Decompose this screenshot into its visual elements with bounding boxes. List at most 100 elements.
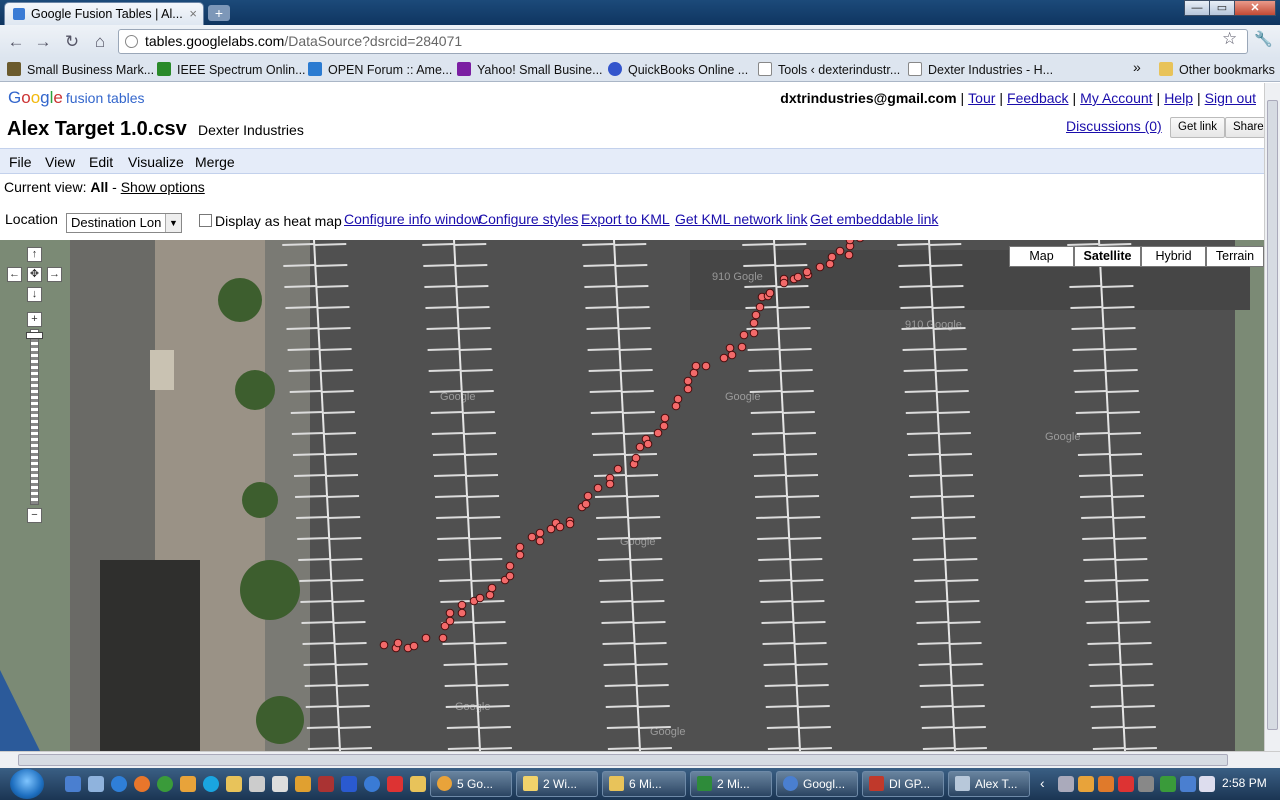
zoom-slider-handle[interactable] <box>26 332 43 339</box>
gps-point-marker[interactable] <box>725 343 735 353</box>
maximize-button[interactable]: ▭ <box>1209 0 1235 16</box>
reload-icon[interactable]: ↻ <box>61 31 83 53</box>
horizontal-scrollbar[interactable] <box>0 751 1280 768</box>
bookmark-item[interactable]: Tools ‹ dexterindustr... <box>758 62 900 77</box>
help-link[interactable]: Help <box>1164 90 1193 106</box>
gps-point-marker[interactable] <box>835 246 845 256</box>
gps-point-marker[interactable] <box>583 491 593 501</box>
discussions-link[interactable]: Discussions (0) <box>1066 118 1162 134</box>
gps-point-marker[interactable] <box>793 272 803 282</box>
taskbar-item[interactable]: Googl... <box>776 771 858 797</box>
explorer-icon[interactable] <box>88 776 104 792</box>
gps-point-marker[interactable] <box>727 350 737 360</box>
my-account-link[interactable]: My Account <box>1080 90 1152 106</box>
gps-point-marker[interactable] <box>535 536 545 546</box>
bookmark-star-icon[interactable]: ☆ <box>1222 29 1237 49</box>
gps-point-marker[interactable] <box>719 353 729 363</box>
tab-close-icon[interactable]: × <box>189 6 197 21</box>
gps-point-marker[interactable] <box>445 608 455 618</box>
gps-point-marker[interactable] <box>653 428 663 438</box>
gps-point-marker[interactable] <box>409 641 419 651</box>
kml-network-link[interactable]: Get KML network link <box>675 211 808 227</box>
network-icon[interactable] <box>1160 776 1176 792</box>
gps-point-marker[interactable] <box>673 394 683 404</box>
gps-point-marker[interactable] <box>487 583 497 593</box>
gps-point-marker[interactable] <box>581 499 591 509</box>
gps-point-marker[interactable] <box>605 479 615 489</box>
chrome-icon[interactable] <box>157 776 173 792</box>
notes-icon[interactable] <box>295 776 311 792</box>
map-type-hybrid-button[interactable]: Hybrid <box>1141 246 1206 267</box>
other-bookmarks-folder[interactable]: Other bookmarks <box>1159 62 1275 77</box>
skype-icon[interactable] <box>203 776 219 792</box>
gps-point-marker[interactable] <box>379 640 389 650</box>
gps-point-marker[interactable] <box>505 561 515 571</box>
taskbar-item[interactable]: 5 Go... <box>430 771 512 797</box>
pan-right-icon[interactable]: → <box>47 267 62 282</box>
outlook-icon[interactable] <box>180 776 196 792</box>
address-bar[interactable]: tables.googlelabs.com/DataSource?dsrcid=… <box>118 29 1248 54</box>
gps-point-marker[interactable] <box>737 342 747 352</box>
gps-point-marker[interactable] <box>671 401 681 411</box>
gps-point-marker[interactable] <box>659 421 669 431</box>
tray-icon[interactable] <box>1058 776 1074 792</box>
bookmark-item[interactable]: QuickBooks Online ... <box>608 62 748 77</box>
gps-point-marker[interactable] <box>683 384 693 394</box>
minimize-button[interactable]: — <box>1184 0 1210 16</box>
menu-view[interactable]: View <box>45 154 75 170</box>
tools-icon[interactable] <box>272 776 288 792</box>
gps-point-marker[interactable] <box>445 616 455 626</box>
folder-icon[interactable] <box>410 776 426 792</box>
gps-point-marker[interactable] <box>815 262 825 272</box>
dropbox-icon[interactable] <box>341 776 357 792</box>
gps-point-marker[interactable] <box>438 633 448 643</box>
menu-visualize[interactable]: Visualize <box>128 154 184 170</box>
taskbar-item[interactable]: 6 Mi... <box>602 771 686 797</box>
gps-point-marker[interactable] <box>802 267 812 277</box>
export-kml-link[interactable]: Export to KML <box>581 211 670 227</box>
gps-point-marker[interactable] <box>593 483 603 493</box>
horizontal-scrollbar-thumb[interactable] <box>18 754 1228 766</box>
bookmark-item[interactable]: IEEE Spectrum Onlin... <box>157 62 306 77</box>
tray-expand-chevron-icon[interactable]: ‹ <box>1040 775 1045 791</box>
gps-point-marker[interactable] <box>393 638 403 648</box>
gps-point-marker[interactable] <box>485 590 495 600</box>
pan-down-icon[interactable]: ↓ <box>27 287 42 302</box>
gps-point-marker[interactable] <box>565 519 575 529</box>
firefox-icon[interactable] <box>134 776 150 792</box>
tray-icon[interactable] <box>1138 776 1154 792</box>
bookmark-item[interactable]: Yahoo! Small Busine... <box>457 62 603 77</box>
bookmark-item[interactable]: OPEN Forum :: Ame... <box>308 62 452 77</box>
gps-point-marker[interactable] <box>779 278 789 288</box>
gps-point-marker[interactable] <box>535 528 545 538</box>
photos-icon[interactable] <box>318 776 334 792</box>
pan-left-icon[interactable]: ← <box>7 267 22 282</box>
tour-link[interactable]: Tour <box>968 90 995 106</box>
gps-point-marker[interactable] <box>643 439 653 449</box>
taskbar-item[interactable]: DI GP... <box>862 771 944 797</box>
gps-point-marker[interactable] <box>555 522 565 532</box>
gps-point-marker[interactable] <box>457 600 467 610</box>
get-link-button[interactable]: Get link <box>1170 117 1225 138</box>
gps-point-marker[interactable] <box>689 368 699 378</box>
gps-point-marker[interactable] <box>457 608 467 618</box>
volume-icon[interactable] <box>1199 776 1215 792</box>
media-icon[interactable] <box>226 776 242 792</box>
vertical-scrollbar-thumb[interactable] <box>1267 100 1278 730</box>
gps-point-marker[interactable] <box>751 310 761 320</box>
menu-merge[interactable]: Merge <box>195 154 235 170</box>
gps-point-marker[interactable] <box>749 328 759 338</box>
new-tab-button[interactable]: + <box>208 5 230 21</box>
pan-up-icon[interactable]: ↑ <box>27 247 42 262</box>
start-button[interactable] <box>10 769 44 799</box>
sign-out-link[interactable]: Sign out <box>1205 90 1256 106</box>
gps-point-marker[interactable] <box>701 361 711 371</box>
location-select[interactable]: Destination Lon ▼ <box>66 213 182 233</box>
gps-point-marker[interactable] <box>739 330 749 340</box>
bookmarks-overflow-chevron-icon[interactable]: » <box>1133 59 1141 75</box>
gps-point-marker[interactable] <box>691 361 701 371</box>
gps-point-marker[interactable] <box>827 252 837 262</box>
zoom-in-icon[interactable]: + <box>27 312 42 327</box>
show-desktop-icon[interactable] <box>65 776 81 792</box>
menu-file[interactable]: File <box>9 154 32 170</box>
